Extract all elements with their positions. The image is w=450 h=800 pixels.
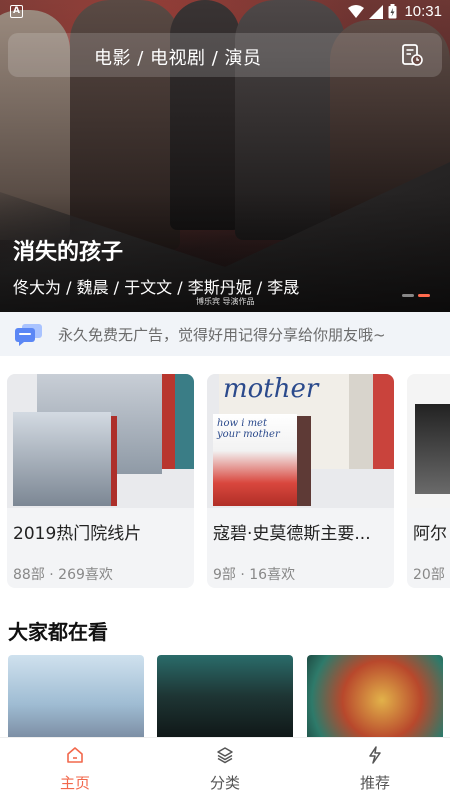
layers-icon [217, 747, 233, 764]
clock-time: 10:31 [404, 3, 442, 20]
movie-poster[interactable] [157, 655, 293, 737]
playlist-meta: 9部 · 16喜欢 [213, 567, 296, 583]
playlist-card[interactable]: mother how i met your mother 寇碧·史莫德斯主要..… [207, 374, 394, 588]
bottom-nav: 主页 分类 推荐 [0, 737, 450, 800]
battery-icon [388, 4, 397, 19]
nav-label: 分类 [209, 774, 240, 792]
cover-subtitle-text: how i met your mother [217, 418, 280, 440]
playlist-card[interactable]: 2019热门院线片 88部 · 269喜欢 [7, 374, 194, 588]
poster-row[interactable] [0, 655, 450, 737]
playlist-cover [407, 374, 450, 508]
playlist-meta: 20部 [413, 567, 445, 583]
notice-text: 永久免费无广告，觉得好用记得分享给你朋友哦~ [58, 326, 386, 344]
nav-item-recommend[interactable]: 推荐 [335, 746, 415, 793]
banner-brand: 博乐宾 导演作品 [196, 297, 255, 306]
carousel-dot-active [418, 294, 430, 297]
banner-title: 消失的孩子 [13, 240, 124, 265]
wifi-icon [348, 4, 365, 18]
notification-a-icon: A [10, 5, 23, 18]
search-placeholder: 电影 / 电视剧 / 演员 [94, 48, 262, 69]
playlist-title: 寇碧·史莫德斯主要... [213, 524, 371, 544]
document-history-icon[interactable] [400, 43, 424, 67]
movie-poster[interactable] [8, 655, 144, 737]
movie-poster[interactable] [307, 655, 443, 737]
playlist-title: 2019热门院线片 [13, 524, 142, 544]
chat-bubbles-icon [15, 324, 42, 346]
playlist-row[interactable]: 2019热门院线片 88部 · 269喜欢 mother how i met y… [0, 374, 450, 590]
notice-bar: 永久免费无广告，觉得好用记得分享给你朋友哦~ [0, 312, 450, 356]
nav-label: 推荐 [359, 774, 390, 792]
playlist-title: 阿尔 [413, 524, 447, 544]
playlist-card[interactable]: 阿尔 20部 [407, 374, 450, 588]
lightning-icon [369, 746, 381, 764]
search-bar[interactable]: 电影 / 电视剧 / 演员 [8, 33, 442, 77]
banner-cast: 佟大为 / 魏晨 / 于文文 / 李斯丹妮 / 李晟 [13, 278, 300, 297]
hero-banner[interactable]: A 10:31 电影 / 电视剧 / 演员 消失的孩子 佟大为 / 魏晨 / 于… [0, 0, 450, 312]
nav-label: 主页 [59, 774, 90, 792]
home-icon [67, 747, 83, 763]
carousel-dot [402, 294, 414, 297]
nav-item-home[interactable]: 主页 [35, 746, 115, 793]
nav-item-category[interactable]: 分类 [185, 746, 265, 793]
cover-title-text: mother [223, 374, 319, 404]
playlist-meta: 88部 · 269喜欢 [13, 567, 113, 583]
section-title: 大家都在看 [8, 620, 108, 644]
playlist-cover: mother how i met your mother [207, 374, 394, 508]
carousel-indicator [402, 294, 430, 297]
signal-icon [369, 4, 384, 19]
status-bar: A 10:31 [0, 0, 450, 24]
playlist-cover [7, 374, 194, 508]
